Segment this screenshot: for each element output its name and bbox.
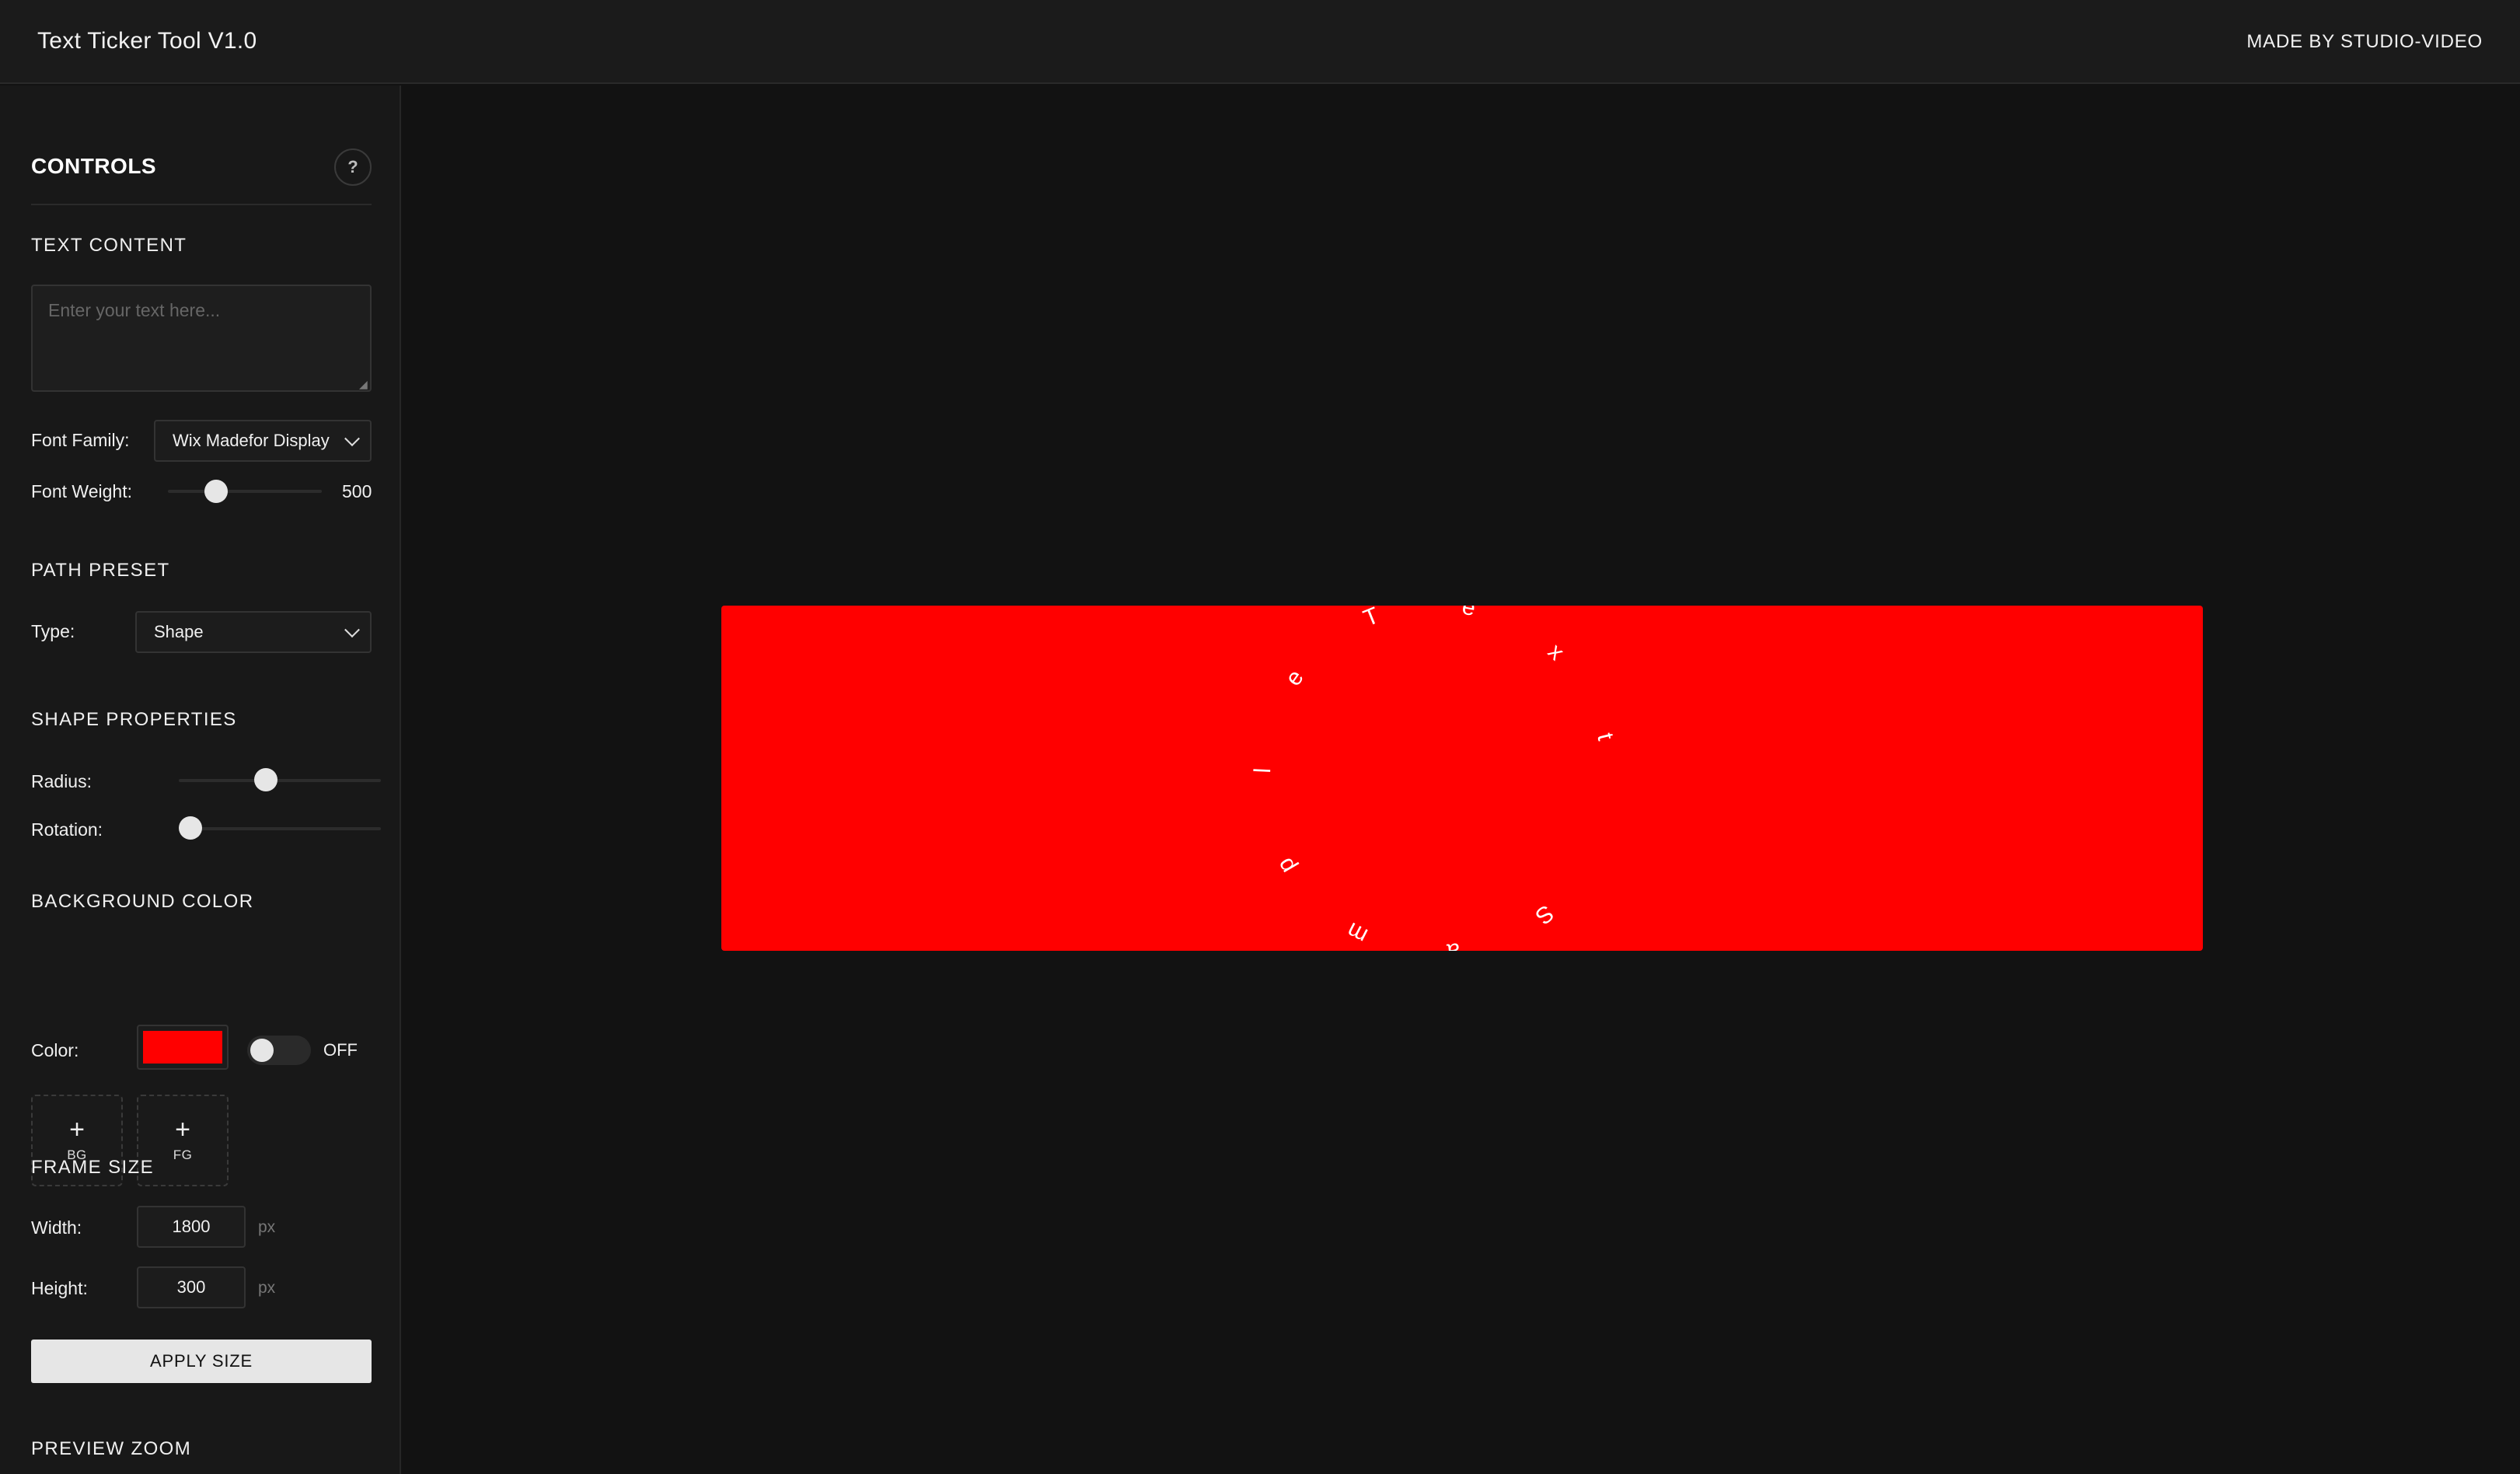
color-label: Color: [31, 1040, 79, 1060]
color-swatch-fill [143, 1031, 222, 1064]
controls-title: CONTROLS [31, 154, 157, 178]
ticker-glyph: x [1543, 639, 1569, 665]
resize-grip-icon[interactable]: ◢ [359, 378, 368, 391]
preview-frame: Te x t Sa m p l e [721, 606, 2203, 951]
width-unit: px [258, 1218, 276, 1236]
path-type-label: Type: [31, 621, 75, 641]
rotation-slider-thumb[interactable] [179, 816, 202, 840]
path-type-value: Shape [154, 622, 204, 641]
color-swatch-button[interactable] [137, 1025, 229, 1070]
font-family-label: Font Family: [31, 430, 130, 450]
app-title: Text Ticker Tool V1.0 [37, 28, 257, 54]
toggle-state-label: OFF [323, 1040, 358, 1060]
ticker-glyph: m [1343, 917, 1372, 949]
ticker-glyph: l [1250, 767, 1276, 774]
width-label: Width: [31, 1217, 82, 1238]
chevron-down-icon [344, 622, 360, 638]
ticker-glyph: T [1360, 606, 1383, 631]
text-content-input[interactable] [31, 285, 372, 392]
font-weight-label: Font Weight: [31, 481, 132, 501]
ticker-glyph: t [1592, 731, 1618, 744]
ticker-glyph: S [1530, 899, 1558, 929]
circular-text-canvas: Te x t Sa m p l e [1250, 606, 1618, 951]
shape-properties-heading: SHAPE PROPERTIES [31, 709, 237, 730]
ticker-glyph: a [1446, 938, 1461, 951]
fg-tile-label: FG [173, 1147, 193, 1162]
height-label: Height: [31, 1278, 88, 1298]
top-bar: Text Ticker Tool V1.0 MADE BY STUDIO-VID… [0, 0, 2520, 84]
controls-divider [31, 204, 372, 205]
font-family-value: Wix Madefor Display [173, 431, 330, 450]
radius-slider-track[interactable] [179, 779, 381, 782]
help-button[interactable]: ? [334, 148, 372, 186]
height-unit: px [258, 1279, 276, 1297]
frame-height-input[interactable] [137, 1266, 246, 1308]
path-type-select[interactable]: Shape [135, 611, 372, 653]
controls-sidebar: CONTROLS ? TEXT CONTENT ◢ Font Family: W… [0, 86, 401, 1474]
radius-slider-thumb[interactable] [253, 768, 277, 791]
rotation-label: Rotation: [31, 819, 103, 840]
font-weight-value: 500 [342, 481, 372, 501]
font-weight-slider-thumb[interactable] [204, 480, 229, 503]
frame-width-input[interactable] [137, 1206, 246, 1248]
radius-label: Radius: [31, 771, 92, 791]
background-toggle[interactable] [247, 1036, 311, 1065]
ticker-glyph: e [1280, 665, 1309, 691]
font-weight-slider-track[interactable] [168, 490, 322, 493]
plus-icon: + [175, 1115, 190, 1144]
made-by-credit[interactable]: MADE BY STUDIO-VIDEO [2246, 31, 2483, 53]
preview-area: Te x t Sa m p l e [403, 86, 2520, 1474]
toggle-knob [250, 1039, 274, 1062]
frame-size-heading: FRAME SIZE [31, 1157, 155, 1178]
preview-zoom-heading: PREVIEW ZOOM [31, 1438, 192, 1459]
ticker-glyph: e [1460, 606, 1478, 621]
font-family-select[interactable]: Wix Madefor Display [154, 420, 372, 462]
background-color-heading: BACKGROUND COLOR [31, 891, 254, 912]
chevron-down-icon [344, 431, 360, 447]
text-content-heading: TEXT CONTENT [31, 235, 187, 256]
path-preset-heading: PATH PRESET [31, 560, 170, 581]
ticker-glyph: p [1272, 854, 1300, 878]
plus-icon: + [69, 1115, 85, 1144]
rotation-slider-track[interactable] [179, 827, 381, 830]
apply-size-button[interactable]: APPLY SIZE [31, 1340, 372, 1383]
